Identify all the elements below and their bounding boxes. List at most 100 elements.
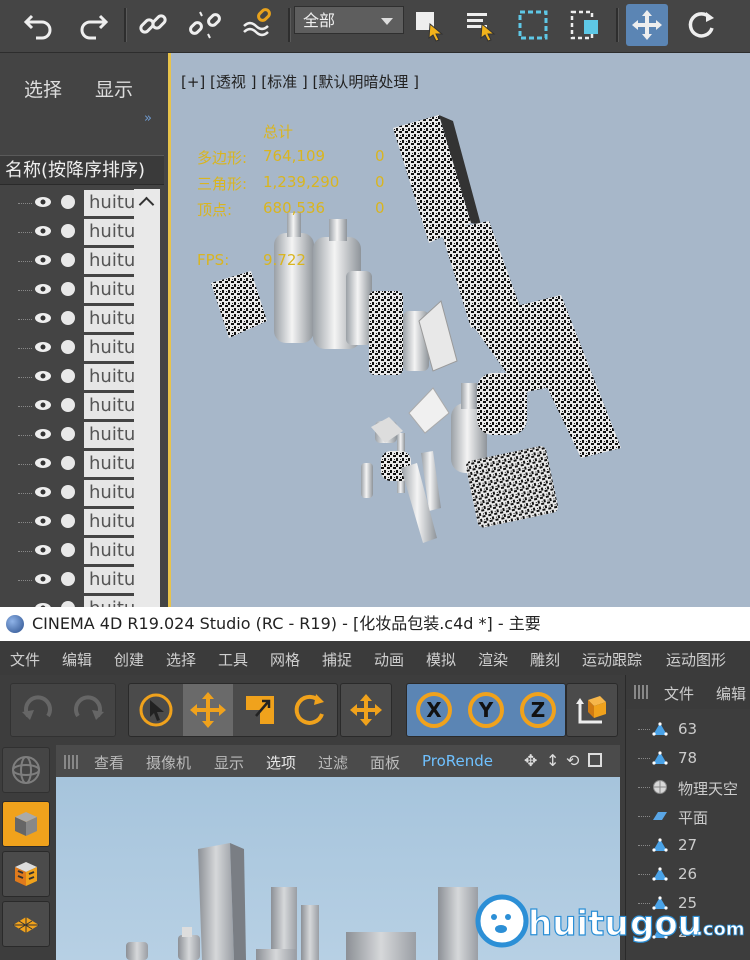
freeze-toggle-icon[interactable]	[61, 514, 75, 528]
world-coordinates-icon[interactable]	[567, 684, 617, 736]
workplane-mode-icon[interactable]	[2, 901, 50, 947]
menu-item[interactable]: 运动跟踪	[582, 649, 642, 670]
om-tab-file[interactable]: 文件	[664, 683, 694, 704]
eye-icon[interactable]	[34, 225, 52, 237]
freeze-toggle-icon[interactable]	[61, 543, 75, 557]
undo-icon[interactable]	[18, 4, 60, 46]
undo-icon[interactable]	[13, 684, 63, 736]
freeze-toggle-icon[interactable]	[61, 485, 75, 499]
select-move-icon[interactable]	[626, 4, 668, 46]
redo-icon[interactable]	[63, 684, 113, 736]
eye-icon[interactable]	[34, 515, 52, 527]
scale-tool-icon[interactable]	[235, 684, 285, 736]
axis-x-icon[interactable]: X	[409, 684, 459, 736]
freeze-toggle-icon[interactable]	[61, 369, 75, 383]
object-list-item[interactable]: 物理天空	[626, 773, 750, 802]
eye-icon[interactable]	[34, 428, 52, 440]
eye-icon[interactable]	[34, 196, 52, 208]
object-list-item[interactable]: 63	[626, 715, 750, 744]
eye-icon[interactable]	[34, 486, 52, 498]
viewport-menu-item[interactable]: 过滤	[318, 752, 348, 773]
grip-icon[interactable]	[64, 755, 78, 769]
eye-icon[interactable]	[34, 544, 52, 556]
eye-icon[interactable]	[34, 254, 52, 266]
om-tab-edit[interactable]: 编辑	[716, 683, 746, 704]
rect-selection-icon[interactable]	[512, 4, 554, 46]
menu-item[interactable]: 渲染	[478, 649, 508, 670]
freeze-toggle-icon[interactable]	[61, 253, 75, 267]
freeze-toggle-icon[interactable]	[61, 398, 75, 412]
live-selection-icon[interactable]	[131, 684, 181, 736]
freeze-toggle-icon[interactable]	[61, 340, 75, 354]
freeze-toggle-icon[interactable]	[61, 311, 75, 325]
freeze-toggle-icon[interactable]	[61, 224, 75, 238]
viewport-menu-item[interactable]: 面板	[370, 752, 400, 773]
eye-icon[interactable]	[34, 283, 52, 295]
eye-icon[interactable]	[34, 341, 52, 353]
object-list-item[interactable]: 27	[626, 831, 750, 860]
explorer-scrollbar[interactable]	[134, 189, 160, 607]
eye-icon[interactable]	[34, 573, 52, 585]
eye-icon[interactable]	[34, 399, 52, 411]
viewport-menu-item[interactable]: ProRende	[422, 752, 493, 770]
redo-icon[interactable]	[72, 4, 114, 46]
freeze-toggle-icon[interactable]	[61, 282, 75, 296]
window-crossing-icon[interactable]	[564, 4, 606, 46]
freeze-toggle-icon[interactable]	[61, 456, 75, 470]
freeze-toggle-icon[interactable]	[61, 195, 75, 209]
stats-fps-value: 9.722	[263, 251, 306, 269]
link-icon[interactable]	[132, 4, 174, 46]
menu-item[interactable]: 创建	[114, 649, 144, 670]
menu-item[interactable]: 网格	[270, 649, 300, 670]
freeze-toggle-icon[interactable]	[61, 572, 75, 586]
pan-view-icon[interactable]: ✥	[524, 751, 537, 770]
unlink-icon[interactable]	[184, 4, 226, 46]
object-mode-icon[interactable]	[2, 801, 50, 847]
freeze-toggle-icon[interactable]	[61, 427, 75, 441]
orbit-view-icon[interactable]: ⟲	[566, 751, 579, 770]
object-list-item[interactable]: 78	[626, 744, 750, 773]
expand-more-icon[interactable]: »	[144, 111, 152, 126]
move-tool-icon[interactable]	[183, 684, 233, 736]
explorer-tab-select[interactable]: 选择	[24, 75, 62, 102]
menu-item[interactable]: 动画	[374, 649, 404, 670]
model-mode-icon[interactable]	[2, 747, 50, 793]
grip-icon[interactable]	[634, 685, 648, 699]
menu-item[interactable]: 运动图形	[666, 649, 726, 670]
explorer-tab-display[interactable]: 显示	[95, 75, 133, 102]
viewport-menu-item[interactable]: 选项	[266, 752, 296, 773]
eye-icon[interactable]	[34, 312, 52, 324]
viewport-menu-item[interactable]: 查看	[94, 752, 124, 773]
axis-z-icon[interactable]: Z	[513, 684, 563, 736]
eye-icon[interactable]	[34, 457, 52, 469]
menu-item[interactable]: 编辑	[62, 649, 92, 670]
zoom-view-icon[interactable]: ↕	[546, 751, 559, 770]
eye-icon[interactable]	[34, 370, 52, 382]
viewport-menu-item[interactable]: 摄像机	[146, 752, 191, 773]
texture-mode-icon[interactable]	[2, 851, 50, 897]
scene-object-name: huitu	[84, 335, 136, 361]
column-header-name[interactable]: 名称(按降序排序)	[0, 155, 164, 185]
rotate-tool-icon[interactable]	[285, 684, 335, 736]
bind-spacewarp-icon[interactable]	[236, 4, 278, 46]
select-by-name-icon[interactable]	[460, 4, 502, 46]
viewport-menu-item[interactable]: 显示	[214, 752, 244, 773]
menu-item[interactable]: 文件	[10, 649, 40, 670]
recent-move-icon[interactable]	[341, 684, 391, 736]
maximize-view-icon[interactable]	[588, 753, 602, 767]
tree-connector	[18, 464, 32, 466]
perspective-viewport[interactable]: [+] [透视 ] [标准 ] [默认明暗处理 ] 总计 多边形: 764,10…	[168, 53, 750, 607]
tree-connector	[18, 290, 32, 292]
menu-item[interactable]: 选择	[166, 649, 196, 670]
select-object-icon[interactable]	[408, 4, 450, 46]
menu-item[interactable]: 模拟	[426, 649, 456, 670]
scroll-up-icon[interactable]	[138, 196, 155, 213]
menu-item[interactable]: 捕捉	[322, 649, 352, 670]
select-rotate-icon[interactable]	[680, 4, 722, 46]
menu-item[interactable]: 雕刻	[530, 649, 560, 670]
selection-filter-dropdown[interactable]: 全部	[294, 6, 404, 34]
menu-item[interactable]: 工具	[218, 649, 248, 670]
axis-y-icon[interactable]: Y	[461, 684, 511, 736]
tree-connector	[638, 787, 650, 788]
object-list-item[interactable]: 平面	[626, 802, 750, 831]
